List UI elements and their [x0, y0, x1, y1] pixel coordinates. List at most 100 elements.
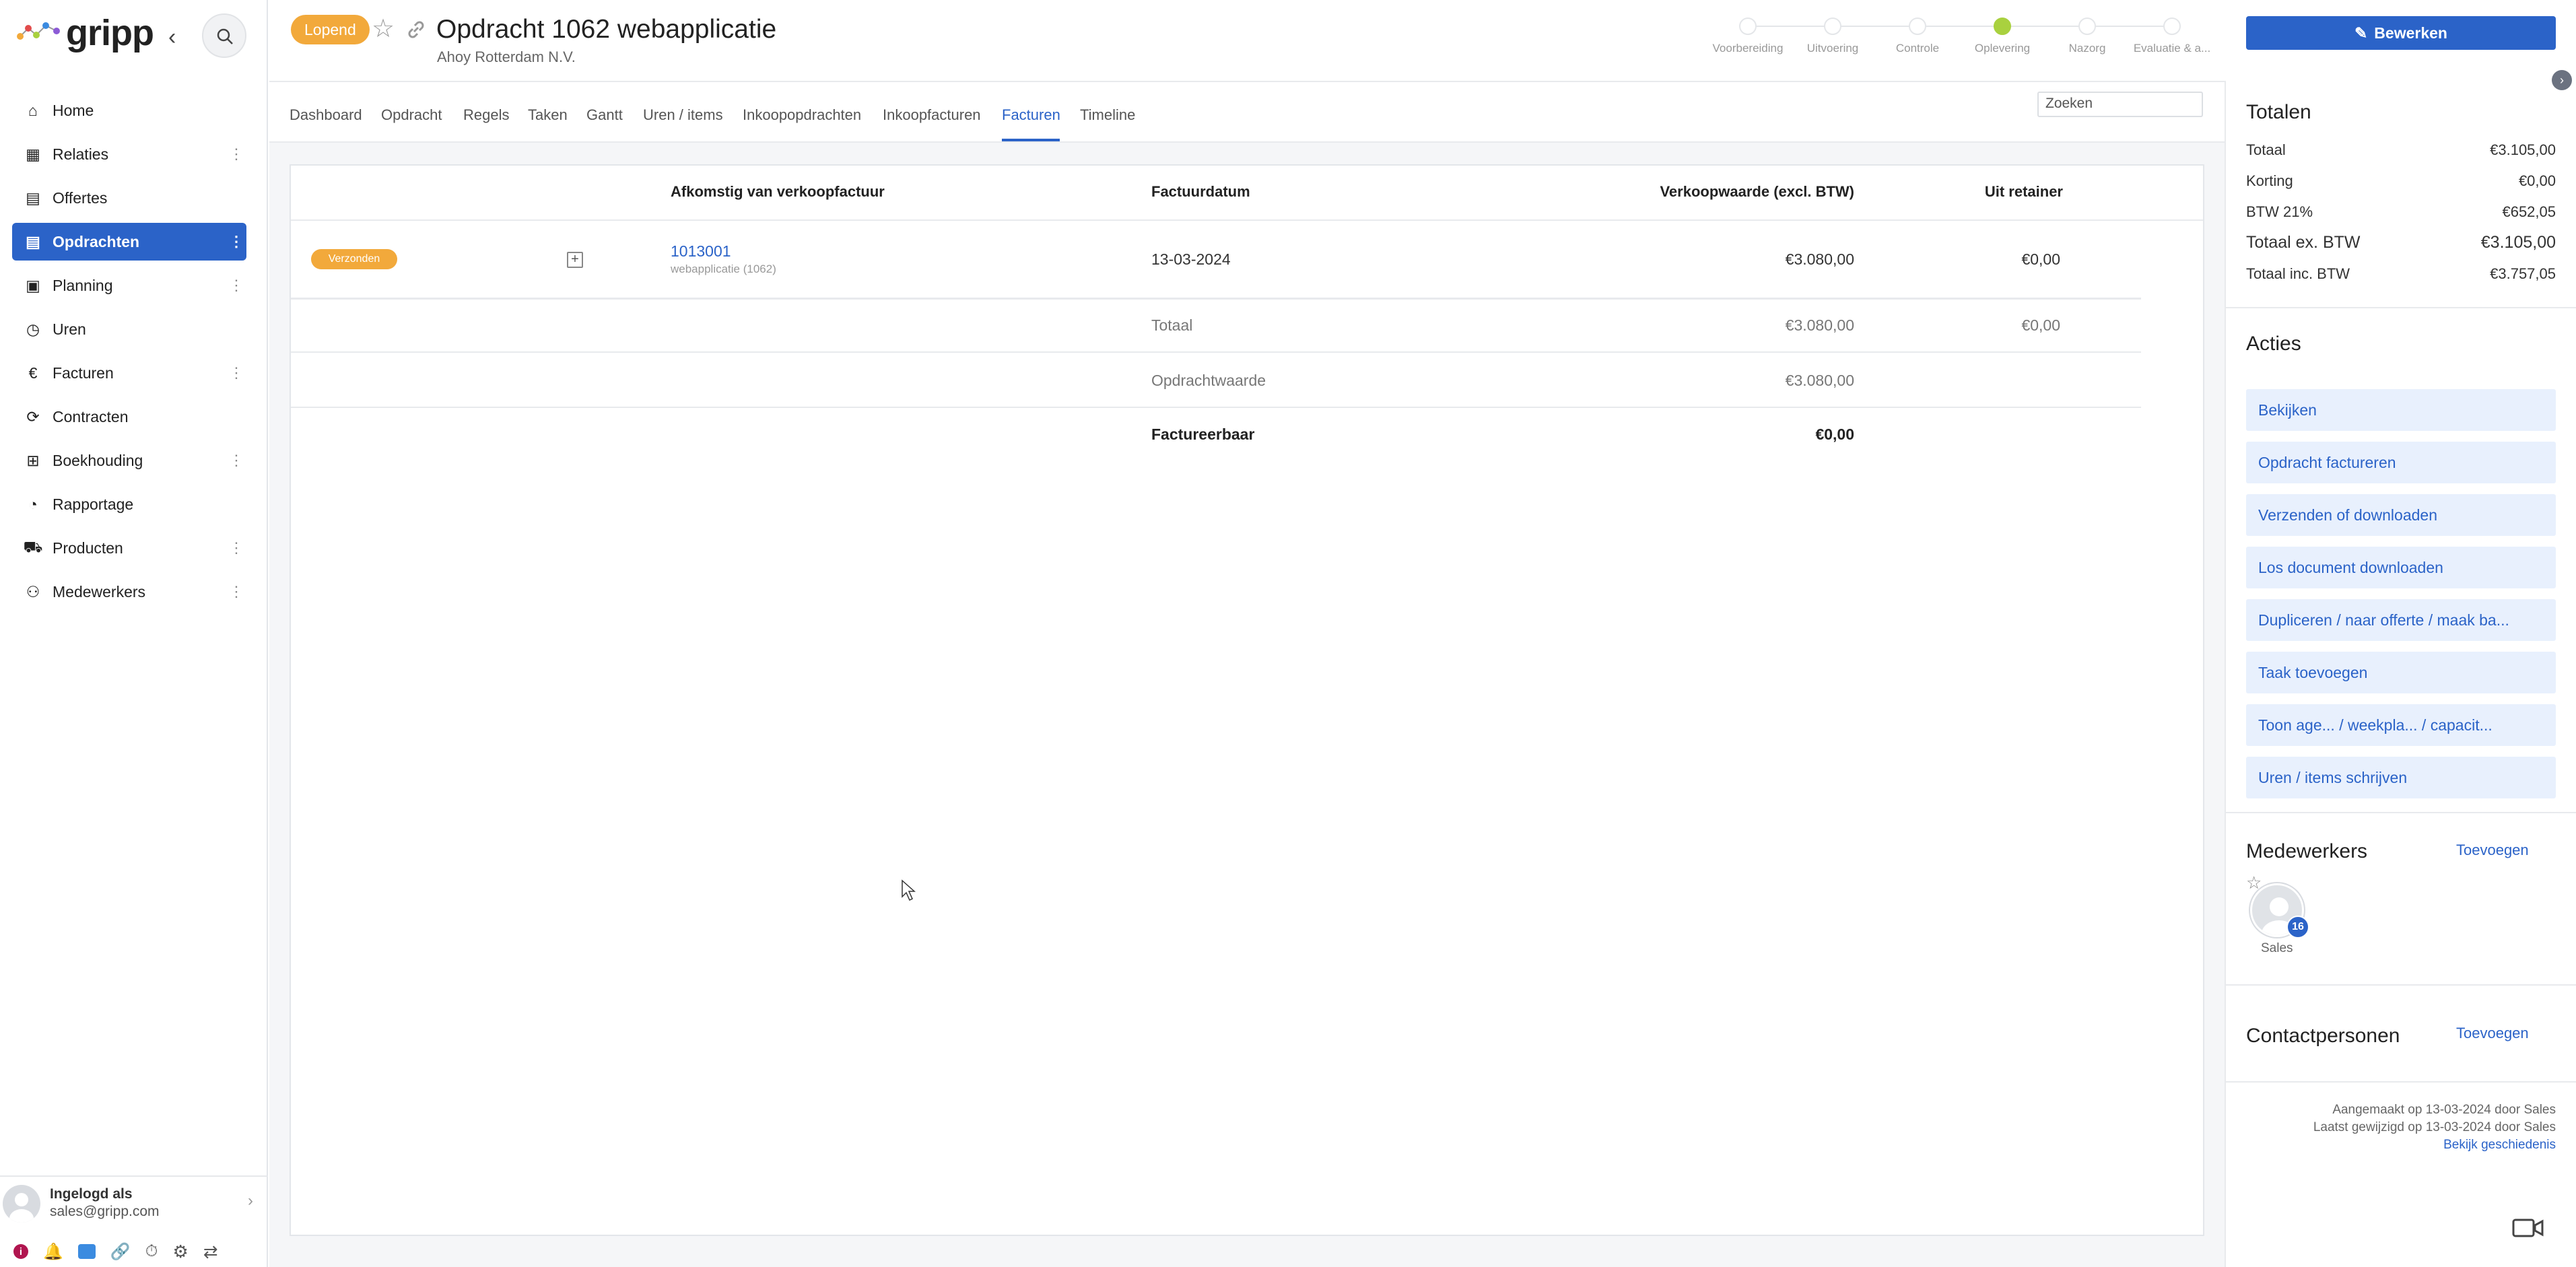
action-button[interactable]: Bekijken — [2246, 389, 2556, 431]
totals-value: €652,05 — [2502, 203, 2556, 220]
app-logo[interactable]: gripp — [66, 12, 154, 54]
grid-icon: ⊞ — [26, 451, 40, 469]
bottom-toolbar: i 🔔 🔗 ⏱ ⚙ ⇄ — [0, 1236, 268, 1267]
collapse-panel-icon[interactable]: › — [2552, 70, 2572, 90]
more-options-icon[interactable]: ⋮ — [226, 277, 246, 294]
invoice-link[interactable]: 1013001 — [671, 242, 731, 261]
phase-step[interactable]: Uitvoering — [1792, 18, 1873, 55]
sidebar-item-label: Opdrachten — [53, 232, 140, 250]
tab-uren-items[interactable]: Uren / items — [643, 106, 723, 124]
sidebar-item-boekhouding[interactable]: ⊞ Boekhouding ⋮ — [12, 442, 246, 479]
col-header-date[interactable]: Factuurdatum — [1151, 183, 1250, 201]
sidebar-item-label: Facturen — [53, 364, 114, 382]
more-options-icon[interactable]: ⋮ — [226, 145, 246, 163]
action-button[interactable]: Toon age... / weekpla... / capacit... — [2246, 704, 2556, 746]
tab-regels[interactable]: Regels — [463, 106, 509, 124]
col-header-source[interactable]: Afkomstig van verkoopfactuur — [671, 183, 885, 201]
billable-value: €0,00 — [1815, 425, 1854, 443]
sidebar-item-facturen[interactable]: € Facturen ⋮ — [12, 354, 246, 392]
page-subtitle[interactable]: Ahoy Rotterdam N.V. — [437, 48, 576, 66]
tab-inkoopfacturen[interactable]: Inkoopfacturen — [883, 106, 981, 124]
sidebar-item-medewerkers[interactable]: ⚇ Medewerkers ⋮ — [12, 573, 246, 611]
action-button[interactable]: Dupliceren / naar offerte / maak ba... — [2246, 599, 2556, 641]
phase-step[interactable]: Voorbereiding — [1707, 18, 1788, 55]
totals-label: BTW 21% — [2246, 203, 2313, 220]
gear-icon[interactable]: ⚙ — [173, 1241, 189, 1262]
tab-gantt[interactable]: Gantt — [586, 106, 623, 124]
active-tab-underline — [1002, 139, 1060, 141]
add-employee-link[interactable]: Toevoegen — [2456, 842, 2529, 859]
totals-label: Totaal — [2246, 141, 2286, 158]
history-link[interactable]: Bekijk geschiedenis — [2246, 1138, 2556, 1153]
more-options-icon[interactable]: ⋮ — [226, 539, 246, 557]
tab-dashboard[interactable]: Dashboard — [290, 106, 362, 124]
tab-opdracht[interactable]: Opdracht — [381, 106, 442, 124]
phase-dot — [1739, 18, 1757, 35]
phase-step[interactable]: Evaluatie & a... — [2132, 18, 2212, 55]
tab-timeline[interactable]: Timeline — [1080, 106, 1135, 124]
search-button[interactable] — [202, 13, 246, 58]
stopwatch-icon: ◷ — [26, 320, 40, 338]
totals-label: Totaal ex. BTW — [2246, 233, 2361, 252]
tab-taken[interactable]: Taken — [528, 106, 568, 124]
people-icon: ⚇ — [26, 582, 40, 601]
tab-facturen[interactable]: Facturen — [1002, 106, 1060, 124]
sidebar-item-relaties[interactable]: ▦ Relaties ⋮ — [12, 135, 246, 173]
sidebar-item-planning[interactable]: ▣ Planning ⋮ — [12, 267, 246, 304]
info-icon[interactable]: i — [13, 1244, 28, 1259]
col-header-value[interactable]: Verkoopwaarde (excl. BTW) — [1585, 183, 1854, 201]
add-contact-link[interactable]: Toevoegen — [2456, 1025, 2529, 1042]
more-options-icon[interactable]: ⋮ — [226, 583, 246, 601]
stopwatch-icon[interactable]: ⏱ — [145, 1242, 158, 1261]
sidebar-item-uren[interactable]: ◷ Uren — [12, 310, 246, 348]
sidebar-item-home[interactable]: ⌂ Home — [12, 92, 246, 129]
more-options-icon[interactable]: ⋮ — [226, 364, 246, 382]
more-options-icon[interactable]: ⋮ — [226, 233, 246, 250]
total-value: €3.080,00 — [1785, 316, 1854, 334]
phase-step[interactable]: Nazorg — [2047, 18, 2128, 55]
sidebar-item-offertes[interactable]: ▤ Offertes — [12, 179, 246, 217]
divider — [291, 407, 2141, 408]
sidebar-item-label: Uren — [53, 320, 86, 338]
modified-meta: Laatst gewijzigd op 13-03-2024 door Sale… — [2313, 1120, 2556, 1134]
phase-label: Evaluatie & a... — [2133, 42, 2211, 55]
action-button[interactable]: Los document downloaden — [2246, 547, 2556, 588]
swap-icon[interactable]: ⇄ — [203, 1241, 218, 1262]
document-icon: ▤ — [26, 232, 40, 250]
action-button[interactable]: Verzenden of downloaden — [2246, 494, 2556, 536]
phase-dot — [1909, 18, 1926, 35]
more-options-icon[interactable]: ⋮ — [226, 452, 246, 469]
link-icon[interactable] — [404, 18, 428, 42]
phase-step[interactable]: Oplevering — [1962, 18, 2043, 55]
employee-name: Sales — [2261, 941, 2293, 955]
user-info[interactable]: Ingelogd als sales@gripp.com › — [0, 1175, 268, 1225]
sidebar-item-rapportage[interactable]: ◔ Rapportage — [12, 485, 246, 523]
apps-icon[interactable] — [77, 1244, 96, 1259]
phase-dot — [2163, 18, 2181, 35]
expand-icon[interactable]: + — [567, 252, 583, 268]
star-icon[interactable]: ☆ — [372, 13, 395, 44]
phase-step[interactable]: Controle — [1877, 18, 1958, 55]
chevron-right-icon[interactable]: › — [248, 1192, 253, 1210]
totals-value: €3.105,00 — [2490, 141, 2556, 158]
action-button[interactable]: Uren / items schrijven — [2246, 757, 2556, 798]
sidebar-item-opdrachten[interactable]: ▤ Opdrachten ⋮ — [12, 223, 246, 261]
sidebar-item-producten[interactable]: ⛟ Producten ⋮ — [12, 529, 246, 567]
sidebar-item-contracten[interactable]: ⟳ Contracten — [12, 398, 246, 436]
edit-button[interactable]: ✎ Bewerken — [2246, 16, 2556, 50]
video-icon[interactable] — [2511, 1216, 2545, 1240]
employee-count-badge: 16 — [2286, 916, 2309, 938]
document-icon: ▤ — [26, 189, 40, 207]
link-icon[interactable]: 🔗 — [110, 1242, 131, 1262]
col-header-retainer[interactable]: Uit retainer — [1928, 183, 2063, 201]
search-input[interactable]: Zoeken — [2037, 92, 2203, 117]
collapse-sidebar-icon[interactable]: ‹ — [168, 24, 176, 50]
divider — [2226, 984, 2576, 986]
divider — [291, 298, 2141, 300]
action-button[interactable]: Opdracht factureren — [2246, 442, 2556, 483]
action-button[interactable]: Taak toevoegen — [2246, 652, 2556, 693]
bell-icon[interactable]: 🔔 — [43, 1242, 63, 1262]
tab-inkoopopdrachten[interactable]: Inkoopopdrachten — [743, 106, 861, 124]
status-badge: Lopend — [291, 15, 370, 44]
contract-value: €3.080,00 — [1785, 372, 1854, 389]
